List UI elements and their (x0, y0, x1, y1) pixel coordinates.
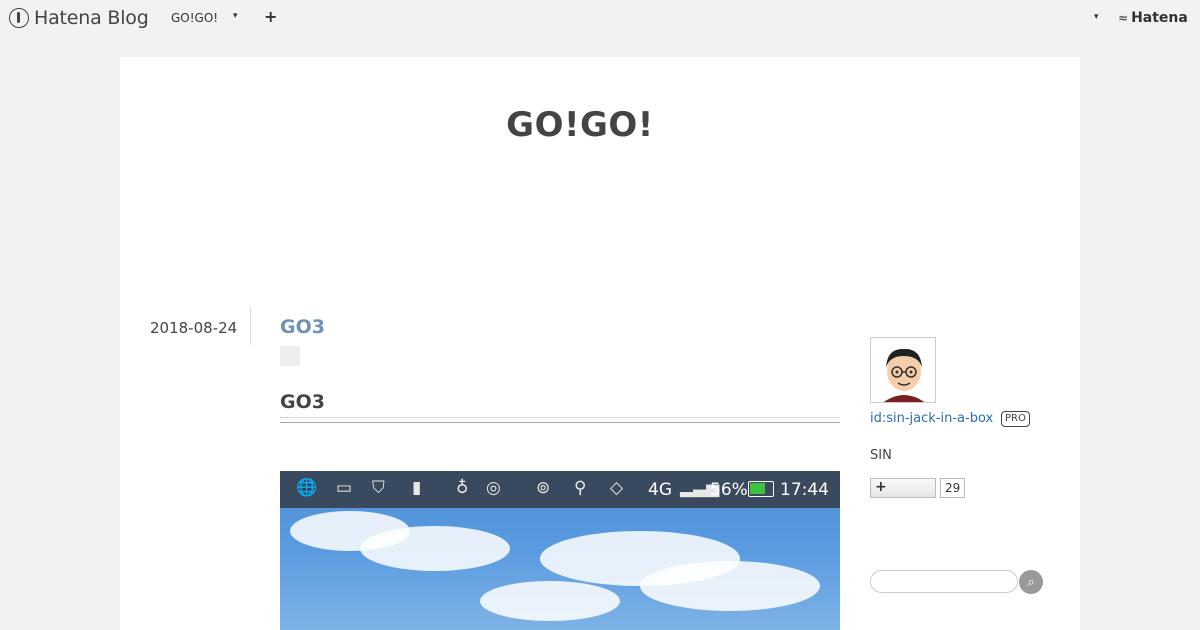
blog-title[interactable]: GO!GO! (120, 105, 1040, 145)
entry-title[interactable]: GO3 (280, 316, 325, 338)
image-icon: ▭ (336, 478, 353, 498)
subscriber-count[interactable]: 29 (940, 478, 966, 498)
profile-name: SIN (870, 448, 892, 463)
phone-status-bar: 🌐 ▭ ⛉ ▮ ♁ ◎ ⊚ ⚲ ◇ 4G ▂▃▅ 56% 17:44 (280, 471, 840, 508)
category-placeholder (280, 346, 300, 366)
search-input[interactable] (870, 570, 1018, 593)
blog-container: GO!GO! 2018-08-24 GO3 GO3 🌐 ▭ ⛉ ▮ ♁ ◎ ⊚ … (120, 57, 1080, 630)
search-app-icon: ◎ (486, 478, 501, 498)
subscribe-button[interactable]: + (870, 478, 936, 498)
hotspot-icon: ⊚ (536, 478, 551, 498)
shield-icon: ⛉ (372, 478, 385, 498)
hatena-blog-logo-icon (9, 8, 29, 28)
blog-switcher[interactable]: GO!GO! (171, 11, 218, 25)
cloud (480, 581, 620, 621)
drop-icon: ♁ (456, 478, 469, 498)
chevron-down-icon[interactable]: ▾ (1094, 12, 1099, 22)
browser-icon: 🌐 (296, 478, 318, 498)
hatena-logo-icon: ≈ (1118, 11, 1129, 25)
heading-underline (280, 417, 840, 423)
logo-text: Hatena Blog (34, 7, 149, 29)
entry-photo[interactable]: 🌐 ▭ ⛉ ▮ ♁ ◎ ⊚ ⚲ ◇ 4G ▂▃▅ 56% 17:44 (280, 471, 840, 630)
search-icon[interactable]: ⌕ (1019, 570, 1043, 594)
pro-badge: PRO (1001, 411, 1030, 427)
global-header: Hatena Blog GO!GO! ▾ + ▾ ≈ Hatena (0, 0, 1200, 38)
location-icon: ⚲ (574, 478, 587, 498)
entry-date[interactable]: 2018-08-24 (150, 319, 237, 337)
battery-saver-icon: ▮ (412, 478, 422, 498)
avatar-face-icon (871, 338, 935, 402)
battery-percent: 56% (710, 480, 748, 500)
rotate-icon: ◇ (610, 478, 624, 498)
profile-id-link[interactable]: id:sin-jack-in-a-box (870, 411, 993, 426)
battery-icon (748, 481, 774, 497)
hatena-account-menu[interactable]: ≈ Hatena (1118, 10, 1188, 26)
status-time: 17:44 (780, 480, 829, 500)
section-heading: GO3 (280, 391, 325, 413)
add-entry-button[interactable]: + (264, 7, 277, 26)
cloud (360, 526, 510, 571)
avatar[interactable] (870, 337, 936, 403)
date-divider (250, 307, 251, 345)
network-type: 4G (648, 480, 672, 500)
hatena-brand: Hatena (1131, 10, 1188, 26)
hatena-blog-logo[interactable]: Hatena Blog (9, 7, 149, 29)
chevron-down-icon[interactable]: ▾ (233, 11, 238, 21)
cloud (640, 561, 820, 611)
